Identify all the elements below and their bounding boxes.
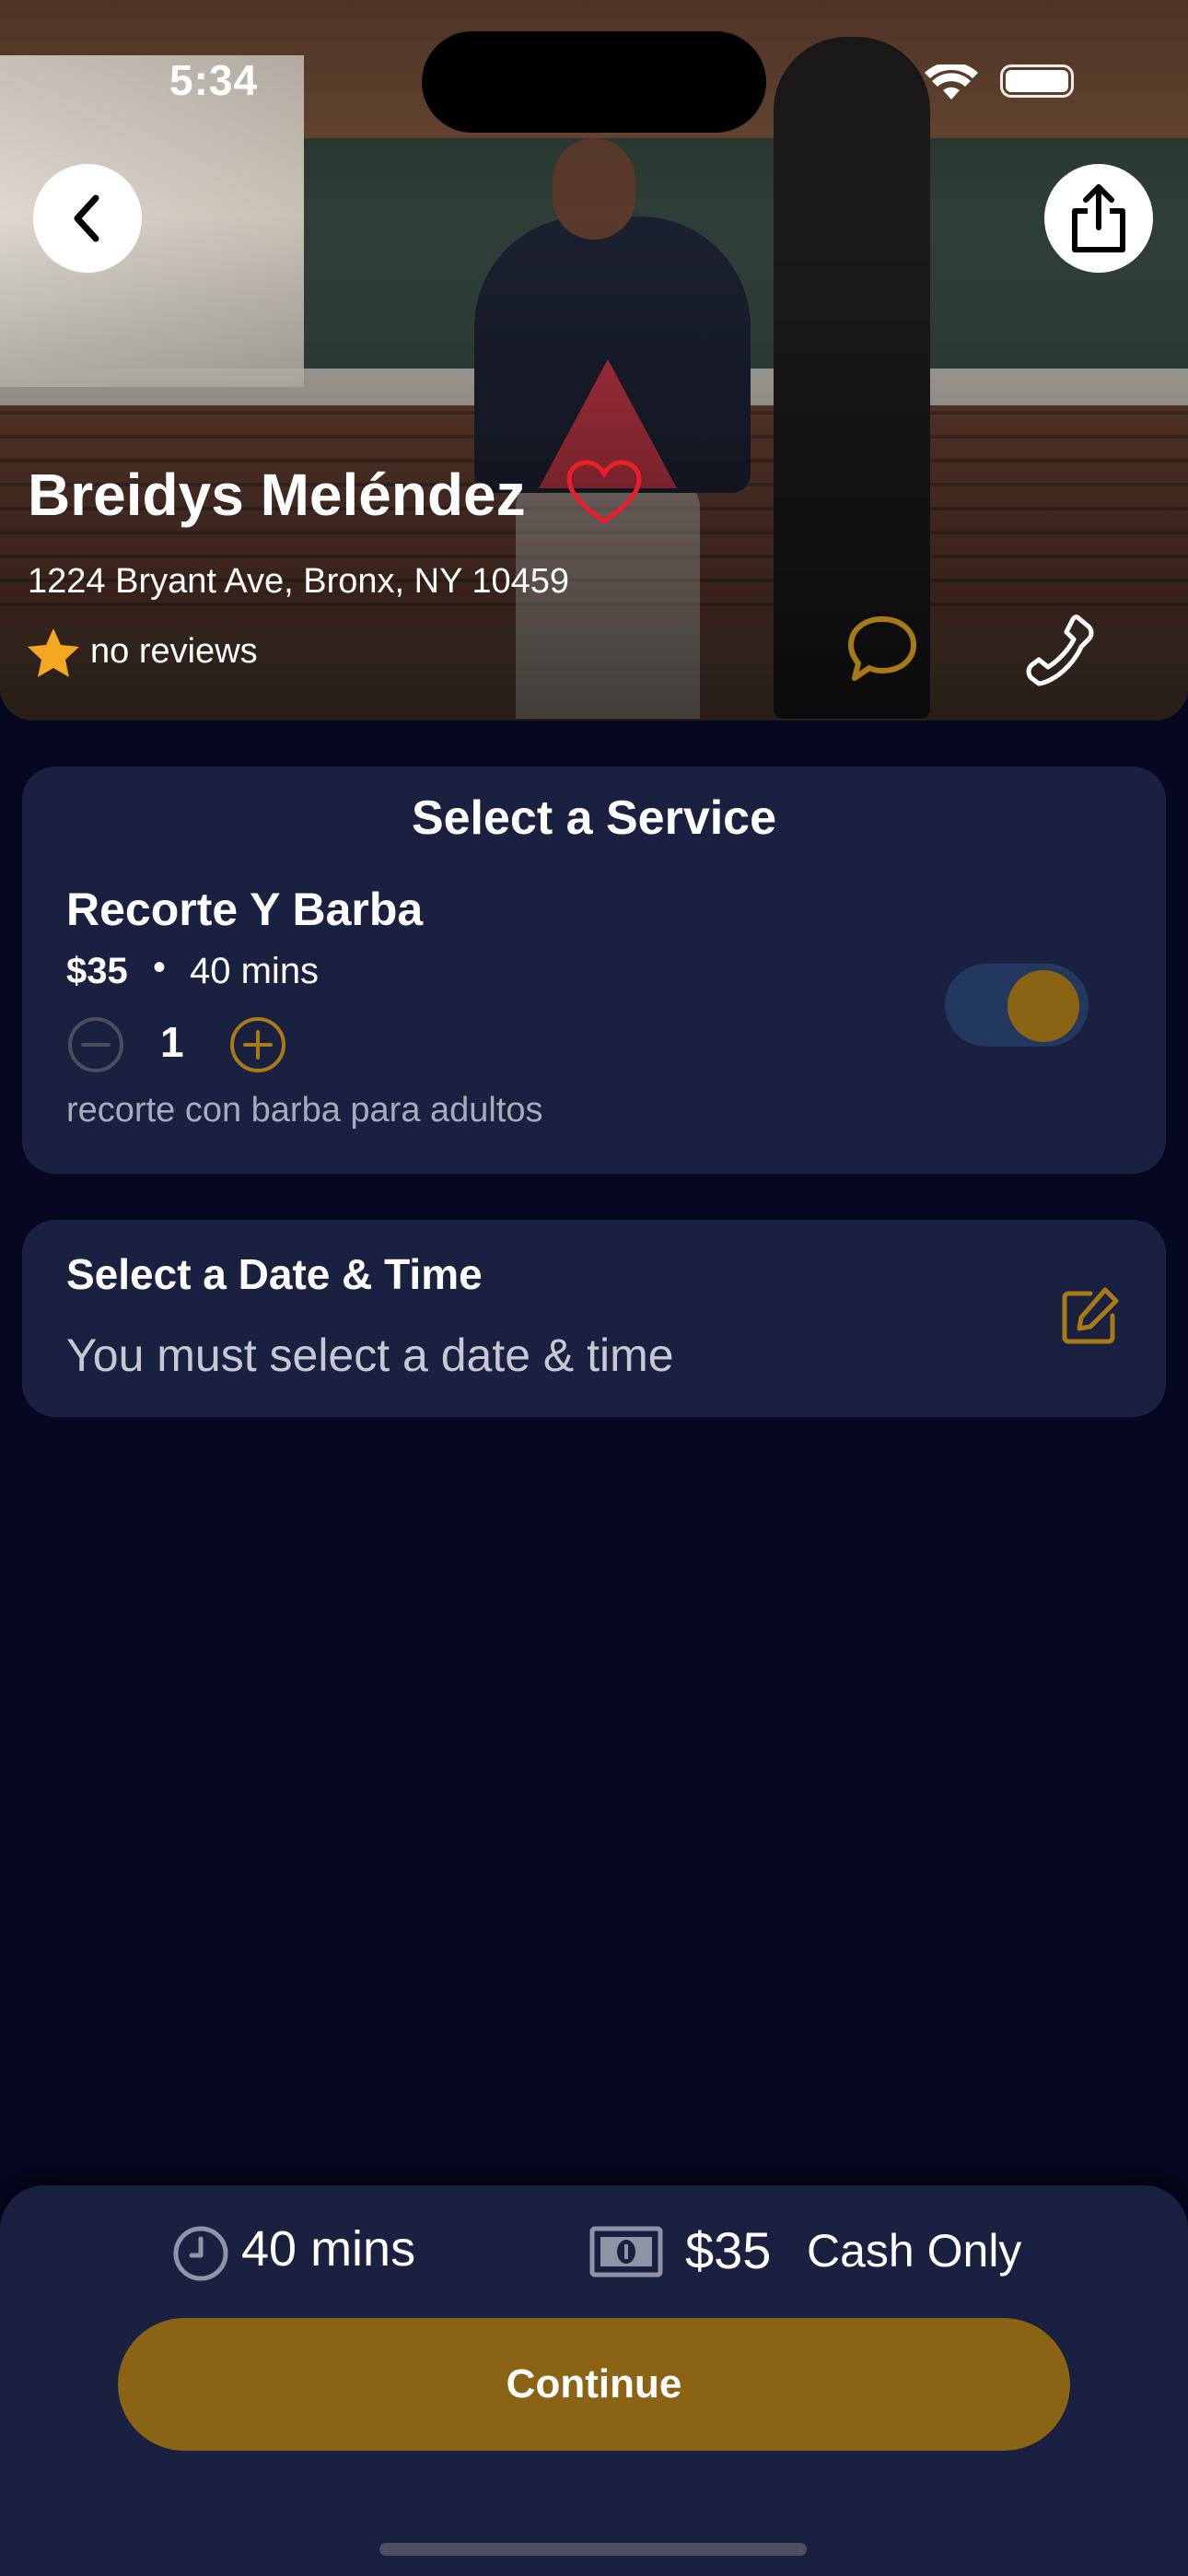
cash-icon bbox=[589, 2226, 663, 2277]
back-button[interactable] bbox=[33, 164, 142, 273]
clock-icon bbox=[173, 2226, 228, 2281]
edit-icon[interactable] bbox=[1059, 1286, 1120, 1347]
service-duration: 40 mins bbox=[190, 951, 320, 991]
booking-summary-sheet: 40 mins $35 Cash Only Continue bbox=[0, 2185, 1188, 2576]
quantity-value: 1 bbox=[160, 1018, 184, 1066]
share-button[interactable] bbox=[1044, 164, 1153, 273]
summary-payment-method: Cash Only bbox=[807, 2225, 1022, 2277]
reviews-count[interactable]: no reviews bbox=[90, 632, 258, 672]
increase-quantity-button[interactable] bbox=[228, 1015, 287, 1074]
share-icon bbox=[1072, 184, 1125, 252]
shop-name: Breidys Meléndez bbox=[28, 462, 526, 528]
service-separator: • bbox=[153, 947, 167, 988]
toggle-knob bbox=[1007, 970, 1079, 1042]
service-name: Recorte Y Barba bbox=[66, 884, 424, 935]
summary-duration: 40 mins bbox=[241, 2221, 416, 2277]
datetime-card[interactable]: Select a Date & Time You must select a d… bbox=[22, 1220, 1166, 1417]
chat-bubble-icon[interactable] bbox=[845, 614, 919, 684]
home-indicator bbox=[379, 2543, 807, 2556]
phone-icon[interactable] bbox=[1020, 612, 1098, 689]
datetime-placeholder: You must select a date & time bbox=[66, 1329, 674, 1381]
service-card: Select a Service Recorte Y Barba $35 • 4… bbox=[22, 767, 1166, 1174]
chevron-left-icon bbox=[74, 194, 99, 242]
shop-address: 1224 Bryant Ave, Bronx, NY 10459 bbox=[28, 562, 569, 601]
dynamic-island bbox=[422, 31, 766, 133]
decrease-quantity-button[interactable] bbox=[66, 1015, 125, 1074]
star-icon bbox=[28, 628, 79, 677]
wifi-icon bbox=[925, 64, 978, 100]
service-price: $35 bbox=[66, 951, 128, 991]
battery-icon bbox=[1000, 64, 1074, 98]
status-time: 5:34 bbox=[169, 56, 259, 104]
continue-button[interactable]: Continue bbox=[118, 2318, 1070, 2451]
service-description: recorte con barba para adultos bbox=[66, 1091, 543, 1130]
service-select-toggle[interactable] bbox=[945, 964, 1089, 1047]
summary-price: $35 bbox=[685, 2221, 772, 2279]
service-section-title: Select a Service bbox=[411, 791, 777, 845]
datetime-title: Select a Date & Time bbox=[66, 1250, 483, 1298]
favorite-heart-icon[interactable] bbox=[565, 459, 643, 527]
